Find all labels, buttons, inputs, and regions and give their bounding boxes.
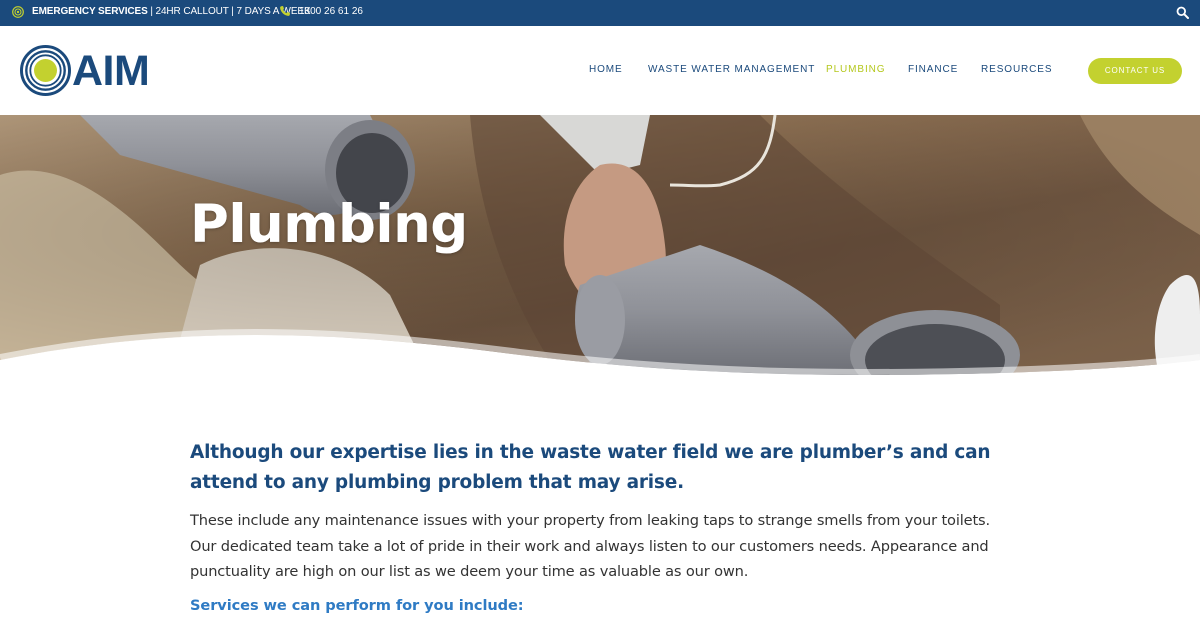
intro-heading: Although our expertise lies in the waste… bbox=[190, 442, 991, 493]
hero-background-image bbox=[0, 115, 1200, 377]
nav-item-plumbing[interactable]: PLUMBING bbox=[826, 64, 885, 76]
emergency-info: EMERGENCY SERVICES | 24HR CALLOUT | 7 DA… bbox=[32, 5, 311, 19]
logo-ring-icon bbox=[20, 45, 71, 96]
search-icon[interactable] bbox=[1176, 6, 1189, 19]
aim-logo[interactable]: AIM bbox=[20, 45, 162, 97]
nav-item-finance[interactable]: FINANCE bbox=[908, 64, 958, 76]
page-title: Plumbing bbox=[190, 194, 468, 255]
nav-item-home[interactable]: HOME bbox=[589, 64, 623, 76]
services-heading: Services we can perform for you include: bbox=[190, 596, 524, 614]
nav-item-resources[interactable]: RESOURCES bbox=[981, 64, 1052, 76]
logo-text: AIM bbox=[72, 47, 150, 95]
body-paragraph: These include any maintenance issues wit… bbox=[190, 512, 990, 580]
main-content: Although our expertise lies in the waste… bbox=[190, 438, 1020, 616]
target-icon bbox=[12, 6, 24, 18]
hero-banner: Plumbing bbox=[0, 115, 1200, 377]
contact-us-button[interactable]: CONTACT US bbox=[1088, 58, 1182, 84]
nav-item-waste-water-management[interactable]: WASTE WATER MANAGEMENT bbox=[648, 64, 815, 76]
site-header: AIM HOME WASTE WATER MANAGEMENT PLUMBING… bbox=[0, 26, 1200, 115]
phone-icon bbox=[280, 6, 290, 16]
phone-number-link[interactable]: 1300 26 61 26 bbox=[299, 5, 363, 19]
top-bar: EMERGENCY SERVICES | 24HR CALLOUT | 7 DA… bbox=[0, 0, 1200, 26]
emergency-label: EMERGENCY SERVICES bbox=[32, 6, 148, 17]
